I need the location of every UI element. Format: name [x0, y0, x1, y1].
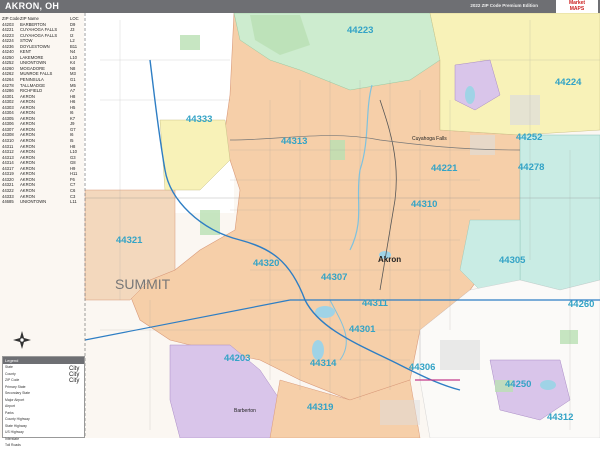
- map-canvas[interactable]: 44223 44224 44333 44313 44252 44221 4427…: [0, 13, 600, 438]
- zip-label-44310: 44310: [411, 199, 437, 210]
- zip-label-44252: 44252: [516, 132, 542, 143]
- zip-label-44223: 44223: [347, 25, 373, 36]
- county-label-summit: SUMMIT: [115, 276, 171, 292]
- brand-logo: Market MAPS: [556, 0, 598, 13]
- zip-area-44278: [519, 134, 600, 291]
- zip-label-44221: 44221: [431, 163, 458, 174]
- lake-2: [312, 340, 324, 360]
- zip-label-44305: 44305: [499, 255, 526, 266]
- zip-label-44203: 44203: [224, 353, 250, 364]
- zip-label-44301: 44301: [349, 324, 376, 335]
- zip-label-44250: 44250: [505, 379, 531, 390]
- zip-label-44307: 44307: [321, 272, 347, 283]
- zip-label-44320: 44320: [253, 258, 279, 269]
- zip-label-44260: 44260: [568, 299, 594, 310]
- zip-code: 44685: [2, 199, 14, 205]
- lake-4: [540, 380, 556, 390]
- legend-city-samples: City City City: [69, 366, 79, 384]
- logo-line2: MAPS: [569, 6, 585, 12]
- zip-name: UNIONTOWN: [20, 199, 47, 205]
- city-label-cuyahoga-falls: Cuyahoga Falls: [412, 136, 447, 142]
- zip-label-44313: 44313: [281, 136, 307, 147]
- zip-index-list: ZIP Code ZIP Name LOC 44203 BARBERTON D9 44221…: [2, 16, 84, 205]
- zip-label-44311: 44311: [362, 298, 389, 309]
- legend-row: Toll Roads: [5, 443, 21, 447]
- lake-1: [315, 306, 335, 318]
- zip-loc: L11: [70, 199, 77, 205]
- legend-header: Legend: [3, 357, 84, 364]
- title-bar: AKRON, OH 2022 ZIP Code Premium Edition …: [0, 0, 600, 13]
- zip-label-44333: 44333: [186, 114, 212, 125]
- zip-label-44314: 44314: [310, 358, 337, 369]
- zip-label-44278: 44278: [518, 162, 544, 173]
- edition-label: 2022 ZIP Code Premium Edition: [470, 3, 538, 8]
- zip-label-44312: 44312: [547, 412, 573, 423]
- map-title: AKRON, OH: [5, 1, 60, 11]
- city-label-barberton: Barberton: [234, 408, 256, 414]
- city-label-akron: Akron: [378, 255, 401, 264]
- zip-label-44224: 44224: [555, 77, 582, 88]
- legend-city-sample: City: [69, 378, 80, 384]
- zip-label-44306: 44306: [409, 362, 435, 373]
- zip-label-44319: 44319: [307, 402, 333, 413]
- zip-index-row: 44685 UNIONTOWN L11: [2, 199, 84, 205]
- zip-label-44321: 44321: [116, 235, 143, 246]
- map-page: AKRON, OH 2022 ZIP Code Premium Edition …: [0, 0, 600, 447]
- lake-3: [465, 86, 475, 104]
- map-legend: Legend State County ZIP Code Primary State S…: [2, 356, 85, 447]
